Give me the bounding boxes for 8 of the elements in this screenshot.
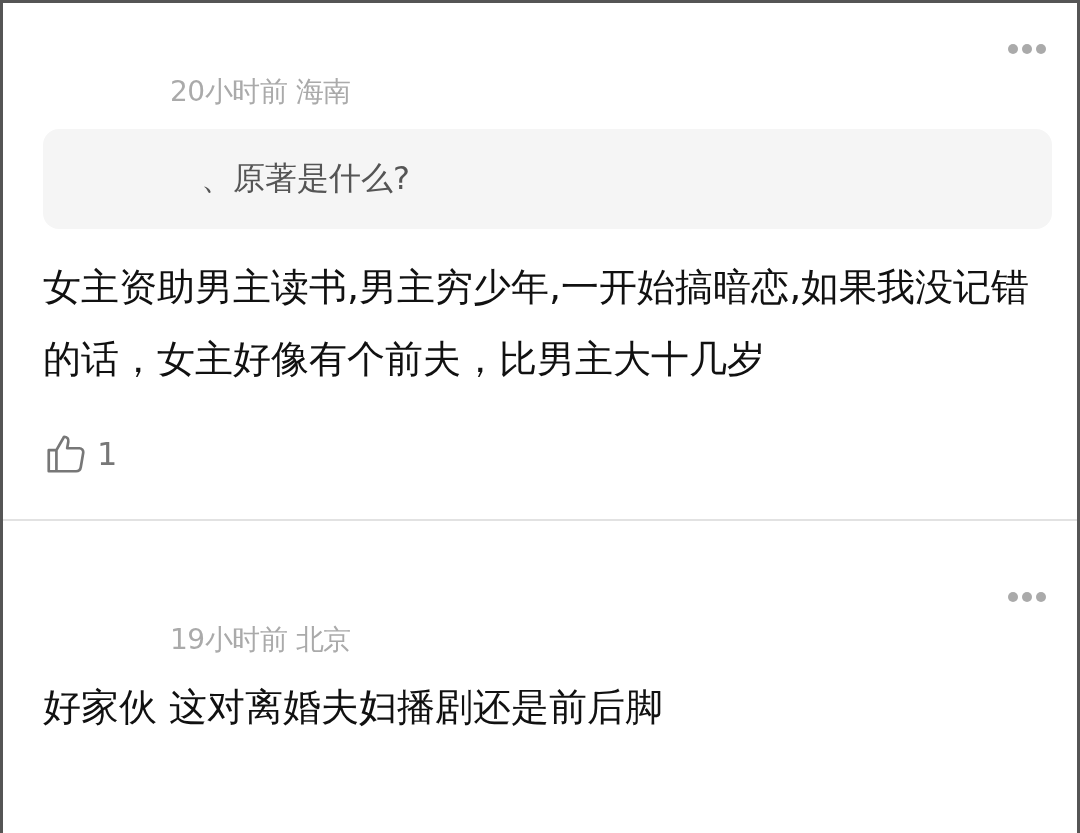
comment-text: 女主资助男主读书,男主穷少年,一开始搞暗恋,如果我没记错的话，女主好像有个前夫，比男主大十几岁 [43,264,1031,383]
comment-meta: 19小时前 北京 [170,622,351,658]
like-count: 1 [97,435,118,473]
quote-text: 、原著是什么? [201,158,410,199]
comment-meta: 20小时前 海南 [170,74,351,110]
more-icon[interactable] [1007,591,1047,603]
comment-text: 好家伙 这对离婚夫妇播剧还是前后脚 [43,684,665,731]
more-icon[interactable] [1007,43,1047,55]
